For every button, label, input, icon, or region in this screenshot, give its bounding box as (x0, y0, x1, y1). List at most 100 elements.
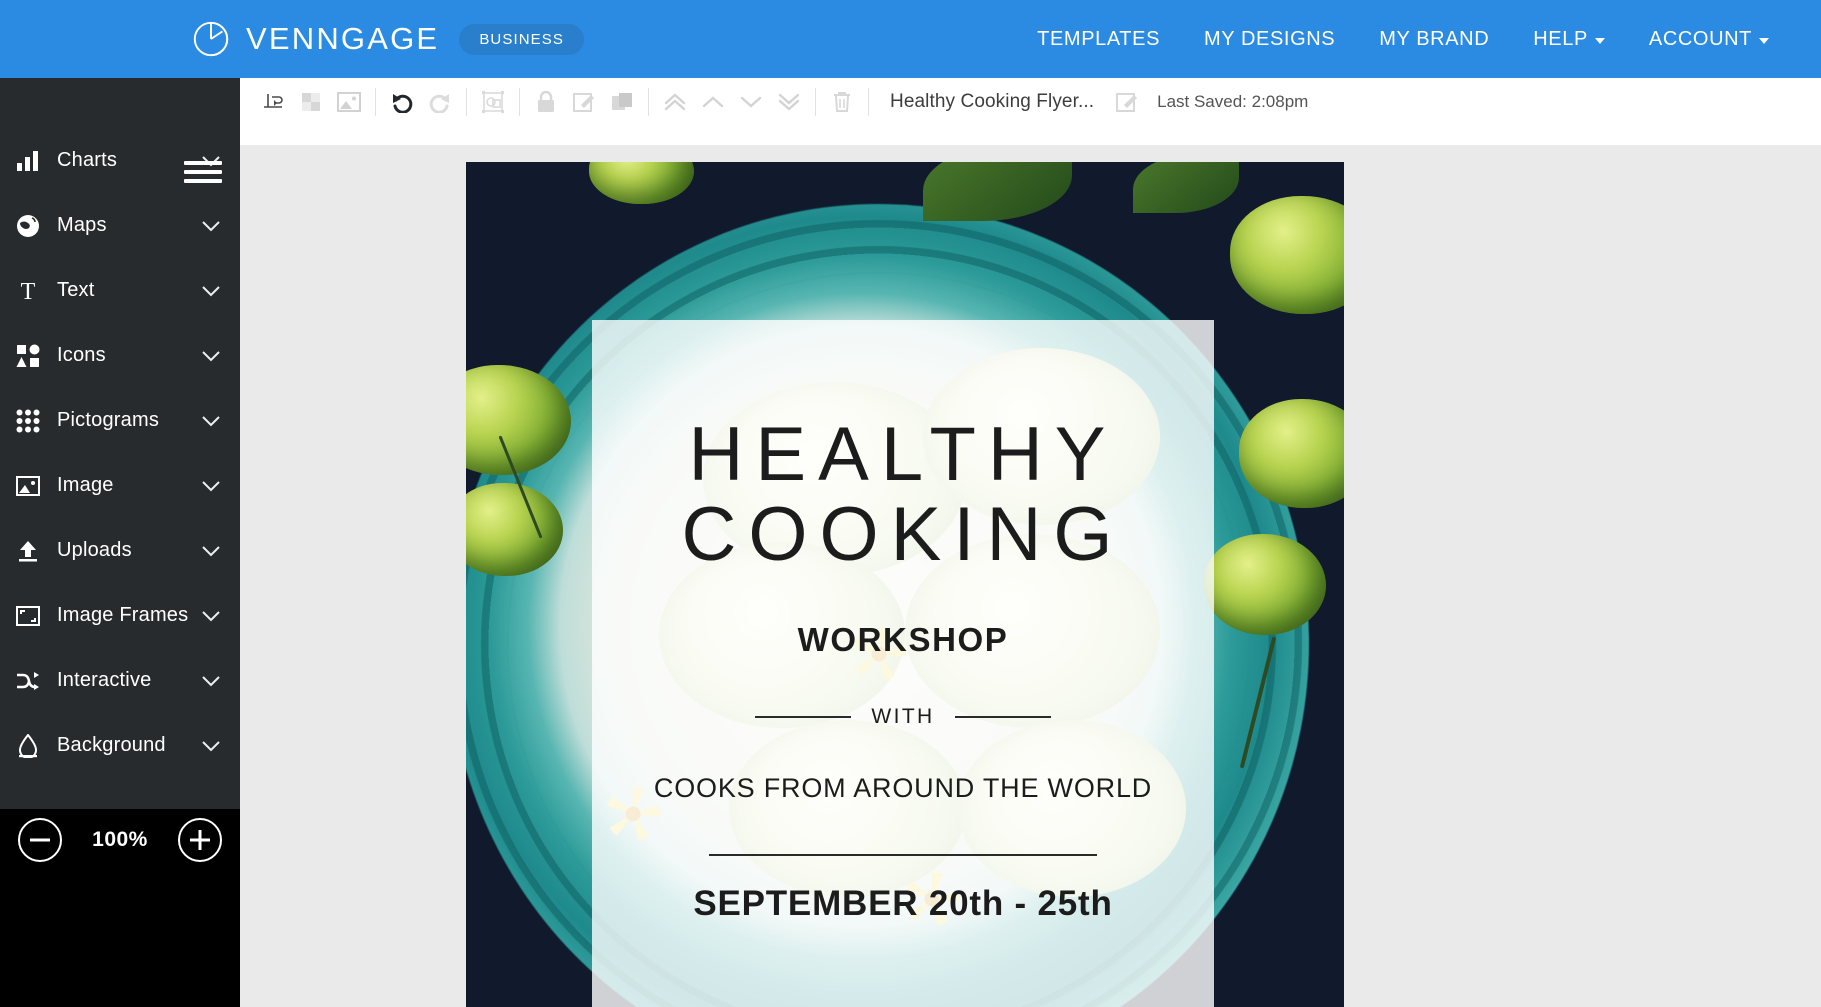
chevron-down-icon (1594, 38, 1605, 44)
bring-forward-icon[interactable] (696, 85, 730, 119)
tomato-leaf-image (922, 162, 1072, 222)
toolbar-divider (466, 88, 467, 116)
sidebar-item-label: Text (57, 279, 95, 301)
sidebar-item-label: Interactive (57, 669, 152, 691)
chevron-down-icon (200, 605, 222, 627)
text-t-icon: T (8, 278, 48, 304)
green-tomato-image (588, 162, 695, 205)
last-saved-status: Last Saved: 2:08pm (1157, 92, 1309, 111)
delete-icon[interactable] (825, 85, 859, 119)
nav-link-account[interactable]: ACCOUNT (1649, 28, 1769, 51)
sidebar-item-label: Icons (57, 344, 106, 366)
align-position-icon[interactable] (256, 85, 290, 119)
horizontal-rule-left (755, 715, 852, 718)
top-navigation-bar: VENNGAGE BUSINESS TEMPLATES MY DESIGNS M… (0, 0, 1821, 78)
main-nav-links: TEMPLATES MY DESIGNS MY BRAND HELP ACCOU… (1037, 28, 1769, 51)
editor-toolbar: Healthy Cooking Flyer... Last Saved: 2:0… (240, 78, 1821, 127)
brand-logo-group[interactable]: VENNGAGE BUSINESS (190, 18, 584, 60)
flyer-title-line-1[interactable]: HEALTHY (689, 416, 1118, 492)
sidebar-item-pictograms[interactable]: Pictograms (0, 388, 240, 453)
nav-label: ACCOUNT (1648, 27, 1752, 50)
plan-badge[interactable]: BUSINESS (459, 23, 584, 55)
chevron-down-icon (200, 540, 222, 562)
group-icon[interactable] (476, 85, 510, 119)
nav-label: MY DESIGNS (1204, 27, 1336, 50)
undo-icon[interactable] (385, 85, 419, 119)
edit-pencil-icon[interactable] (1110, 85, 1144, 119)
send-to-back-icon[interactable] (772, 85, 806, 119)
chevron-down-icon (1759, 38, 1769, 44)
sidebar-item-label: Pictograms (57, 409, 160, 431)
nav-link-my-designs[interactable]: MY DESIGNS (1204, 28, 1335, 51)
nav-label: HELP (1533, 27, 1588, 50)
sidebar-item-label: Maps (57, 214, 107, 236)
flyer-design-canvas[interactable]: HEALTHY COOKING WORKSHOP WITH COOKS FROM… (466, 162, 1344, 1007)
left-sidebar: Charts Maps T Text Icons Pictograms Imag… (0, 78, 240, 809)
sidebar-item-image[interactable]: Image (0, 453, 240, 518)
document-title[interactable]: Healthy Cooking Flyer... (890, 91, 1094, 113)
upload-arrow-icon (8, 539, 48, 563)
sidebar-item-icons[interactable]: Icons (0, 323, 240, 388)
toolbar-divider (375, 88, 376, 116)
duplicate-icon[interactable] (605, 85, 639, 119)
frame-icon (8, 605, 48, 626)
green-tomato-image (1203, 533, 1327, 636)
nav-link-my-brand[interactable]: MY BRAND (1379, 28, 1489, 51)
nav-link-templates[interactable]: TEMPLATES (1037, 28, 1160, 51)
chevron-down-icon (200, 475, 222, 497)
dot-grid-icon (8, 409, 48, 433)
flyer-with-label[interactable]: WITH (871, 705, 934, 729)
sidebar-item-label: Uploads (57, 539, 132, 561)
shuffle-icon (8, 671, 48, 691)
chevron-down-icon (200, 345, 222, 367)
nav-link-help[interactable]: HELP (1533, 28, 1605, 51)
sidebar-item-maps[interactable]: Maps (0, 193, 240, 258)
flyer-text-overlay-panel[interactable]: HEALTHY COOKING WORKSHOP WITH COOKS FROM… (592, 320, 1214, 1007)
green-tomato-image (1229, 195, 1344, 315)
chevron-down-icon (200, 735, 222, 757)
flyer-title-line-2[interactable]: COOKING (682, 497, 1125, 573)
bar-chart-icon (8, 150, 48, 172)
edit-icon[interactable] (567, 85, 601, 119)
send-backward-icon[interactable] (734, 85, 768, 119)
sidebar-item-interactive[interactable]: Interactive (0, 648, 240, 713)
sidebar-item-uploads[interactable]: Uploads (0, 518, 240, 583)
sidebar-item-background[interactable]: Background (0, 713, 240, 778)
shapes-icon (8, 344, 48, 368)
flyer-horizontal-divider (709, 853, 1097, 856)
droplet-icon (8, 733, 48, 758)
picture-icon (8, 475, 48, 496)
chevron-down-icon (200, 280, 222, 302)
chevron-down-icon (200, 410, 222, 432)
minus-circle-icon[interactable] (18, 818, 63, 862)
flyer-date-text[interactable]: SEPTEMBER 20th - 25th (693, 884, 1112, 924)
horizontal-rule-right (954, 715, 1051, 718)
zoom-level-label: 100% (92, 828, 148, 851)
sidebar-item-list: Charts Maps T Text Icons Pictograms Imag… (0, 128, 240, 778)
sidebar-item-charts[interactable]: Charts (0, 128, 240, 193)
chevron-down-icon (200, 215, 222, 237)
brand-name: VENNGAGE (246, 21, 440, 56)
toolbar-divider (868, 88, 869, 116)
zoom-control-bar: 100% (0, 809, 240, 1007)
lock-icon[interactable] (529, 85, 563, 119)
redo-icon (423, 85, 457, 119)
sidebar-item-text[interactable]: T Text (0, 258, 240, 323)
toolbar-divider (519, 88, 520, 116)
sidebar-item-label: Image (57, 474, 114, 496)
sidebar-item-label: Image Frames (57, 604, 189, 626)
flyer-presenters-text[interactable]: COOKS FROM AROUND THE WORLD (654, 773, 1152, 804)
flyer-subtitle[interactable]: WORKSHOP (798, 621, 1009, 659)
tomato-leaf-image (1133, 162, 1239, 213)
nav-label: MY BRAND (1379, 27, 1490, 50)
globe-icon (8, 214, 48, 238)
sidebar-item-image-frames[interactable]: Image Frames (0, 583, 240, 648)
plus-circle-icon[interactable] (177, 818, 222, 862)
venn-circle-icon (190, 18, 232, 60)
toolbar-divider (815, 88, 816, 116)
crop-grid-icon[interactable] (294, 85, 328, 119)
chevron-down-icon (200, 150, 222, 172)
image-replace-icon[interactable] (332, 85, 366, 119)
bring-to-front-icon[interactable] (658, 85, 692, 119)
svg-text:T: T (21, 279, 36, 304)
